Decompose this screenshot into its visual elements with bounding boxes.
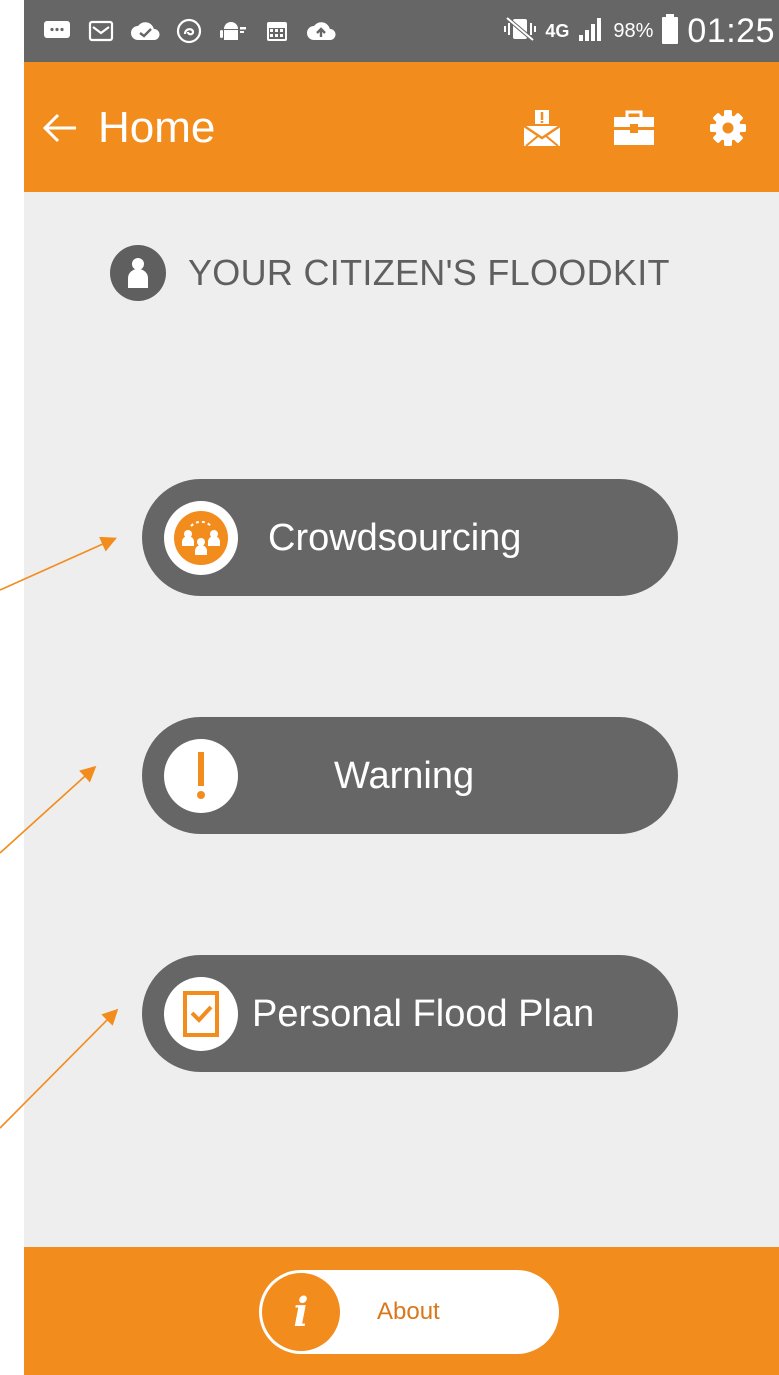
- info-icon: i: [262, 1273, 340, 1351]
- about-label: About: [377, 1298, 440, 1325]
- vibrate-mute-icon: [503, 15, 537, 47]
- crowdsourcing-people-icon: [164, 501, 238, 575]
- personal-flood-plan-label: Personal Flood Plan: [252, 993, 595, 1035]
- page-title: Home: [98, 103, 216, 152]
- cloud-check-icon: [130, 17, 160, 45]
- signal-icon: [577, 15, 605, 48]
- android-icon: [218, 17, 248, 45]
- cloud-upload-icon: [306, 17, 336, 45]
- phone-screen: 4G 98% 01:25 Home YOUR CITIZEN'S FLOODKI…: [24, 0, 779, 1375]
- person-icon: [110, 245, 166, 301]
- warning-button[interactable]: Warning: [142, 717, 678, 834]
- about-button[interactable]: i About: [259, 1270, 559, 1354]
- status-notification-icons: [42, 17, 336, 45]
- clock: 01:25: [687, 11, 775, 50]
- message-icon: [42, 17, 72, 45]
- alert-mail-icon[interactable]: [520, 106, 564, 150]
- app-bar: Home: [24, 62, 779, 192]
- crowdsourcing-button[interactable]: Crowdsourcing: [142, 479, 678, 596]
- gmail-icon: [86, 17, 116, 45]
- settings-gear-icon[interactable]: [706, 106, 750, 150]
- bottom-bar: i About: [24, 1247, 779, 1375]
- battery-percent: 98%: [613, 19, 654, 42]
- floodkit-heading: YOUR CITIZEN'S FLOODKIT: [110, 244, 670, 302]
- personal-flood-plan-button[interactable]: Personal Flood Plan: [142, 955, 678, 1072]
- back-arrow-icon[interactable]: [40, 108, 80, 148]
- status-system-indicators: 4G 98% 01:25: [503, 0, 775, 62]
- sync-icon: [174, 17, 204, 45]
- heading-text: YOUR CITIZEN'S FLOODKIT: [188, 252, 670, 293]
- warning-label: Warning: [334, 755, 475, 797]
- calendar-icon: [262, 17, 292, 45]
- checklist-icon: [164, 977, 238, 1051]
- status-bar: 4G 98% 01:25: [24, 0, 779, 62]
- briefcase-icon[interactable]: [612, 106, 656, 150]
- network-type: 4G: [545, 21, 570, 41]
- exclamation-icon: [164, 739, 238, 813]
- crowdsourcing-label: Crowdsourcing: [268, 517, 522, 559]
- battery-icon: [661, 13, 679, 50]
